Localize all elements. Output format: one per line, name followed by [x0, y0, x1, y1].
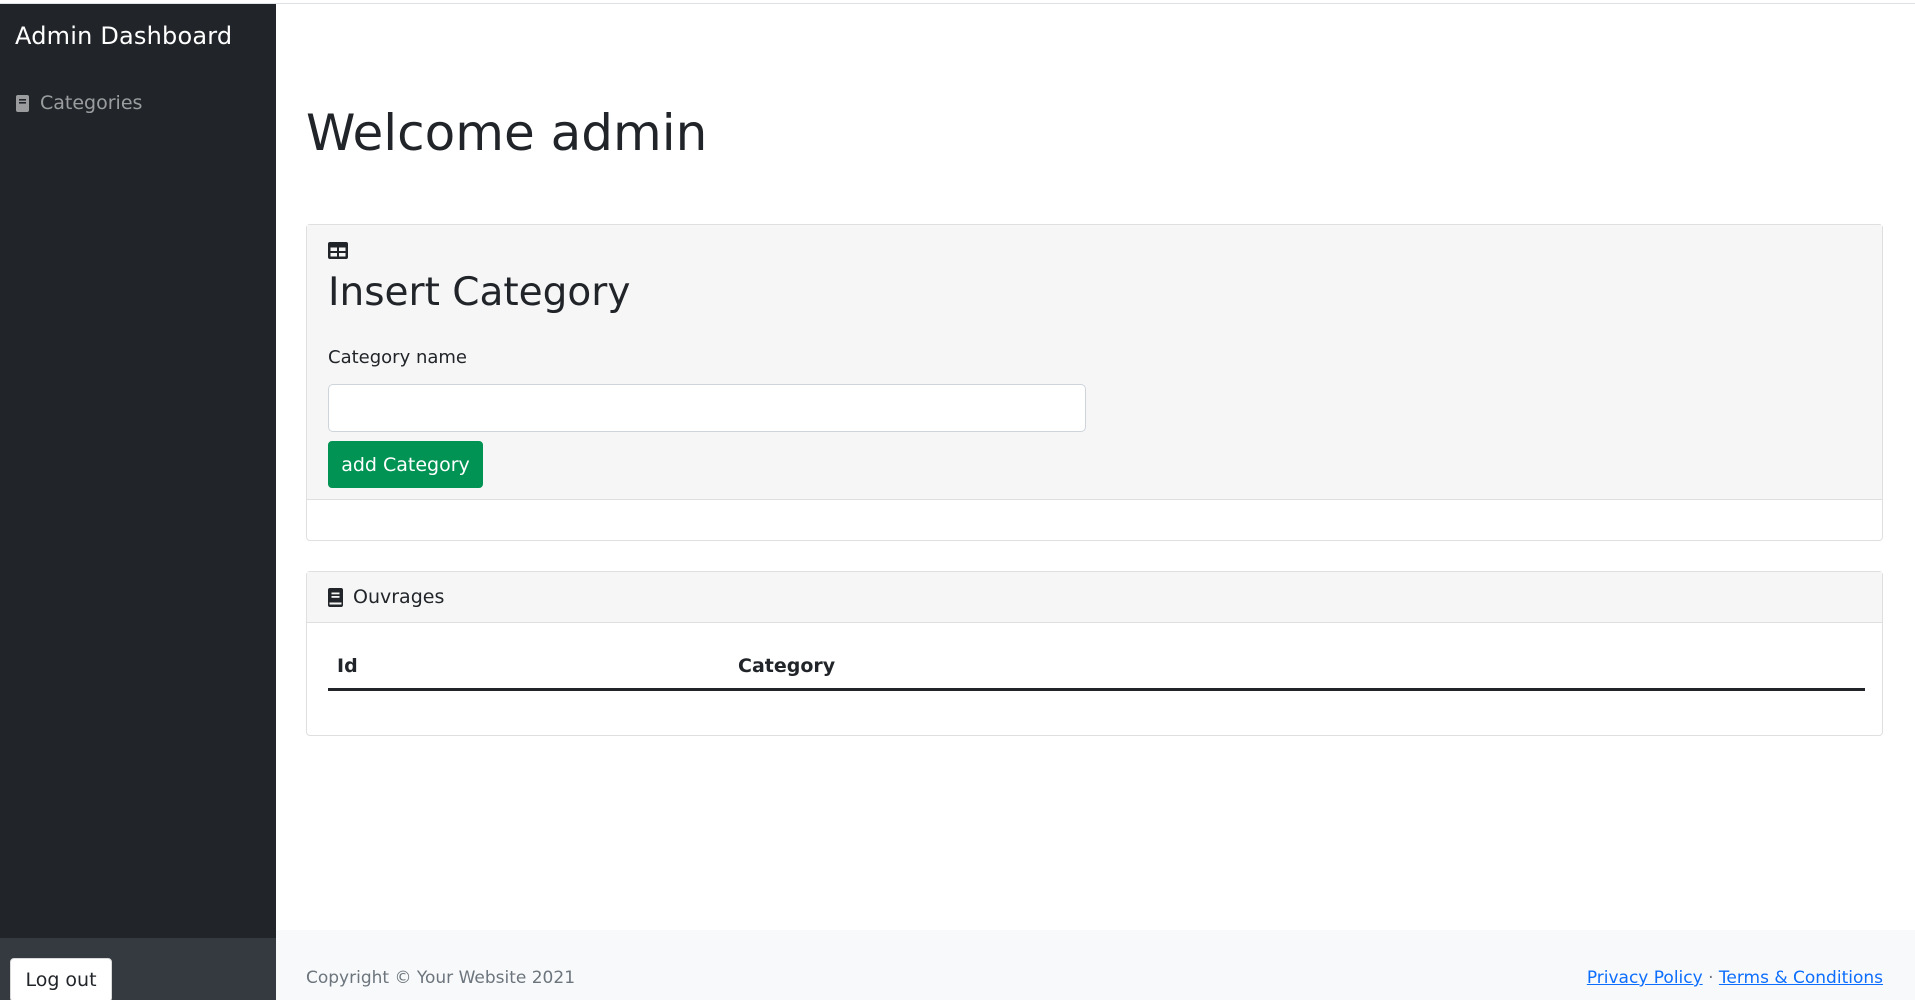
table-icon: [328, 242, 348, 259]
privacy-policy-link[interactable]: Privacy Policy: [1587, 968, 1703, 988]
sidebar: Admin Dashboard Categories Log out: [0, 4, 276, 1000]
link-separator: ·: [1708, 968, 1714, 988]
sidebar-brand[interactable]: Admin Dashboard: [15, 22, 232, 50]
terms-link[interactable]: Terms & Conditions: [1719, 968, 1883, 988]
main-content: Welcome admin Insert Category Category n…: [276, 4, 1915, 1000]
ouvrages-header-label: Ouvrages: [353, 586, 445, 608]
book-icon: [328, 587, 343, 607]
page-title: Welcome admin: [306, 104, 708, 162]
copyright-text: Copyright © Your Website 2021: [306, 968, 576, 988]
book-icon: [15, 94, 30, 112]
category-name-input[interactable]: [328, 384, 1086, 432]
add-category-button[interactable]: add Category: [328, 441, 483, 488]
insert-category-card-header: Insert Category Category name add Catego…: [307, 225, 1882, 500]
insert-category-card: Insert Category Category name add Catego…: [306, 224, 1883, 541]
ouvrages-card-header: Ouvrages: [307, 572, 1882, 623]
footer-links: Privacy Policy · Terms & Conditions: [1587, 968, 1883, 988]
sidebar-item-categories[interactable]: Categories: [15, 92, 142, 114]
logout-button[interactable]: Log out: [10, 958, 112, 1000]
column-header-id[interactable]: Id: [337, 655, 358, 677]
sidebar-footer: Log out: [0, 938, 276, 1000]
page-footer: Copyright © Your Website 2021 Privacy Po…: [276, 930, 1915, 1000]
table-header-row: Id Category: [328, 655, 1865, 691]
category-name-label: Category name: [328, 347, 467, 368]
ouvrages-card: Ouvrages Id Category: [306, 571, 1883, 736]
sidebar-item-label: Categories: [40, 92, 143, 114]
column-header-category[interactable]: Category: [738, 655, 835, 677]
insert-category-heading: Insert Category: [328, 270, 631, 315]
